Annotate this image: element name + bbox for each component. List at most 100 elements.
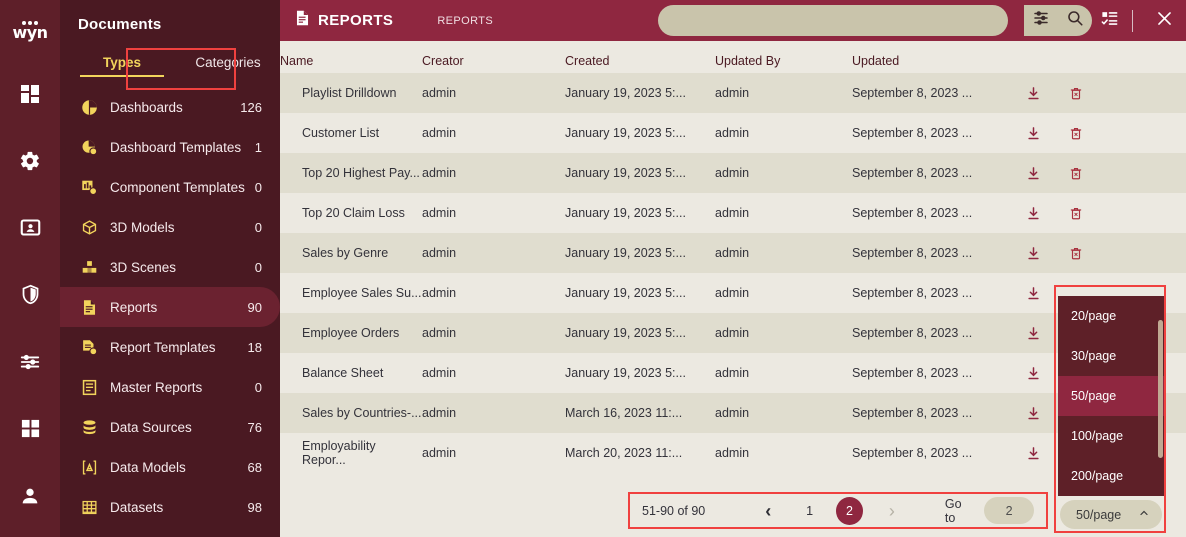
cell-updated-by: admin xyxy=(715,166,750,180)
sidebar-item-dashboards[interactable]: Dashboards 126 xyxy=(60,87,280,127)
cell-updated: September 8, 2023 ... xyxy=(852,126,973,140)
sidebar-item-data-sources[interactable]: Data Sources 76 xyxy=(60,407,280,447)
cell-updated: September 8, 2023 ... xyxy=(852,366,973,380)
cell-created: January 19, 2023 5:... xyxy=(565,286,686,300)
page-title: REPORTS xyxy=(294,9,393,32)
table-row[interactable]: Customer List admin January 19, 2023 5:...… xyxy=(280,113,1186,153)
cell-name: Top 20 Highest Pay... xyxy=(302,166,420,180)
table-row[interactable]: Employee Orders admin January 19, 2023 5:.… xyxy=(280,313,1186,353)
cell-updated: September 8, 2023 ... xyxy=(852,206,973,220)
cell-updated: September 8, 2023 ... xyxy=(852,446,973,460)
table-row[interactable]: Employee Sales Su... admin January 19, 202… xyxy=(280,273,1186,313)
cell-updated-by: admin xyxy=(715,286,750,300)
page-size-toggle[interactable]: 50/page xyxy=(1060,500,1162,529)
pagination-prev-button[interactable]: ‹ xyxy=(765,502,771,520)
sidebar-item-datasets[interactable]: Datasets 98 xyxy=(60,487,280,527)
rail-item-accounts[interactable] xyxy=(0,194,60,261)
rail-item-security[interactable] xyxy=(0,261,60,328)
rail-item-profile[interactable] xyxy=(0,462,60,529)
column-settings-icon xyxy=(1100,9,1119,33)
table-row[interactable]: Balance Sheet admin January 19, 2023 5:...… xyxy=(280,353,1186,393)
search-input[interactable] xyxy=(658,5,1008,36)
trash-icon[interactable] xyxy=(1069,86,1083,101)
download-icon[interactable] xyxy=(1026,166,1041,181)
sidebar-item-master-reports[interactable]: Master Reports 0 xyxy=(60,367,280,407)
application-window: wyn Documents Types Categories Dashboard… xyxy=(0,0,1186,537)
table-row[interactable]: Employability Repor... admin March 20, 202… xyxy=(280,433,1186,473)
cell-name: Customer List xyxy=(302,126,380,140)
download-icon[interactable] xyxy=(1026,86,1041,101)
download-icon[interactable] xyxy=(1026,126,1041,141)
page-size-option-50[interactable]: 50/page xyxy=(1058,376,1166,416)
column-header-creator[interactable]: Creator xyxy=(422,54,565,68)
download-icon[interactable] xyxy=(1026,406,1041,421)
cell-updated-by: admin xyxy=(715,206,750,220)
page-size-option-200[interactable]: 200/page xyxy=(1058,456,1166,496)
table-row[interactable]: Top 20 Highest Pay... admin January 19, 20… xyxy=(280,153,1186,193)
rail-item-apps[interactable] xyxy=(0,395,60,462)
report-doc-icon xyxy=(294,9,311,32)
column-header-updated-by[interactable]: Updated By xyxy=(715,54,852,68)
rail-item-settings[interactable] xyxy=(0,127,60,194)
trash-icon[interactable] xyxy=(1069,206,1083,221)
page-size-option-30[interactable]: 30/page xyxy=(1058,336,1166,376)
download-icon[interactable] xyxy=(1026,286,1041,301)
pagination-next-button[interactable]: › xyxy=(889,502,895,520)
close-button[interactable] xyxy=(1142,0,1186,41)
download-icon[interactable] xyxy=(1026,446,1041,461)
column-header-updated[interactable]: Updated xyxy=(852,54,1012,68)
sidebar-item-report-templates[interactable]: Report Templates 18 xyxy=(60,327,280,367)
trash-icon[interactable] xyxy=(1069,126,1083,141)
sidebar-item-3d-models[interactable]: 3D Models 0 xyxy=(60,207,280,247)
rail-item-preferences[interactable] xyxy=(0,328,60,395)
column-header-created[interactable]: Created xyxy=(565,54,715,68)
trash-icon[interactable] xyxy=(1069,246,1083,261)
sidebar-item-count: 76 xyxy=(247,419,262,435)
sidebar-item-label: Data Models xyxy=(110,459,186,475)
sidebar-item-component-templates[interactable]: Component Templates 0 xyxy=(60,167,280,207)
sidebar-item-data-models[interactable]: Data Models 68 xyxy=(60,447,280,487)
sidebar-item-count: 68 xyxy=(247,459,262,475)
page-size-option-100[interactable]: 100/page xyxy=(1058,416,1166,456)
icon-rail: wyn xyxy=(0,0,60,537)
master-report-icon xyxy=(78,379,100,396)
column-header-name[interactable]: Name xyxy=(280,54,422,68)
advanced-filter-settings-button[interactable] xyxy=(1024,5,1058,36)
download-icon[interactable] xyxy=(1026,366,1041,381)
sidebar-item-dashboard-templates[interactable]: Dashboard Templates 1 xyxy=(60,127,280,167)
search-icon xyxy=(1066,9,1084,32)
page-size-option-20[interactable]: 20/page xyxy=(1058,296,1166,336)
tab-types[interactable]: Types xyxy=(68,45,176,79)
table-row[interactable]: Top 20 Claim Loss admin January 19, 2023 5… xyxy=(280,193,1186,233)
sidebar-item-count: 0 xyxy=(254,219,262,235)
pagination-goto-input[interactable]: 2 xyxy=(984,497,1034,524)
column-settings-button[interactable] xyxy=(1092,5,1126,36)
cell-created: March 20, 2023 11:... xyxy=(565,446,683,460)
cell-created: January 19, 2023 5:... xyxy=(565,206,686,220)
download-icon[interactable] xyxy=(1026,246,1041,261)
cell-created: March 16, 2023 11:... xyxy=(565,406,683,420)
trash-icon[interactable] xyxy=(1069,166,1083,181)
wyn-logo[interactable]: wyn xyxy=(0,0,60,60)
pie-template-icon xyxy=(78,139,100,156)
pagination-current-page[interactable]: 2 xyxy=(836,496,863,525)
sidebar-title: Documents xyxy=(78,16,162,33)
rail-item-dashboards[interactable] xyxy=(0,60,60,127)
table-row[interactable]: Sales by Genre admin January 19, 2023 5:..… xyxy=(280,233,1186,273)
contact-card-icon xyxy=(20,217,41,238)
download-icon[interactable] xyxy=(1026,326,1041,341)
table-row[interactable]: Playlist Drilldown admin January 19, 2023 … xyxy=(280,73,1186,113)
pagination-page-1[interactable]: 1 xyxy=(795,504,824,518)
download-icon[interactable] xyxy=(1026,206,1041,221)
cell-creator: admin xyxy=(422,446,457,460)
sidebar-item-3d-scenes[interactable]: 3D Scenes 0 xyxy=(60,247,280,287)
tab-categories[interactable]: Categories xyxy=(176,45,280,79)
page-size-menu-scrollbar[interactable] xyxy=(1158,320,1163,458)
search-button[interactable] xyxy=(1058,5,1092,36)
cell-created: January 19, 2023 5:... xyxy=(565,166,686,180)
pagination-bar: 51-90 of 90 ‹ 1 2 › Go to 2 xyxy=(628,492,1048,529)
sidebar-item-reports[interactable]: Reports 90 xyxy=(60,287,280,327)
sidebar-item-label: Datasets xyxy=(110,499,164,515)
shield-icon xyxy=(20,284,41,305)
table-row[interactable]: Sales by Countries-... admin March 16, 202… xyxy=(280,393,1186,433)
